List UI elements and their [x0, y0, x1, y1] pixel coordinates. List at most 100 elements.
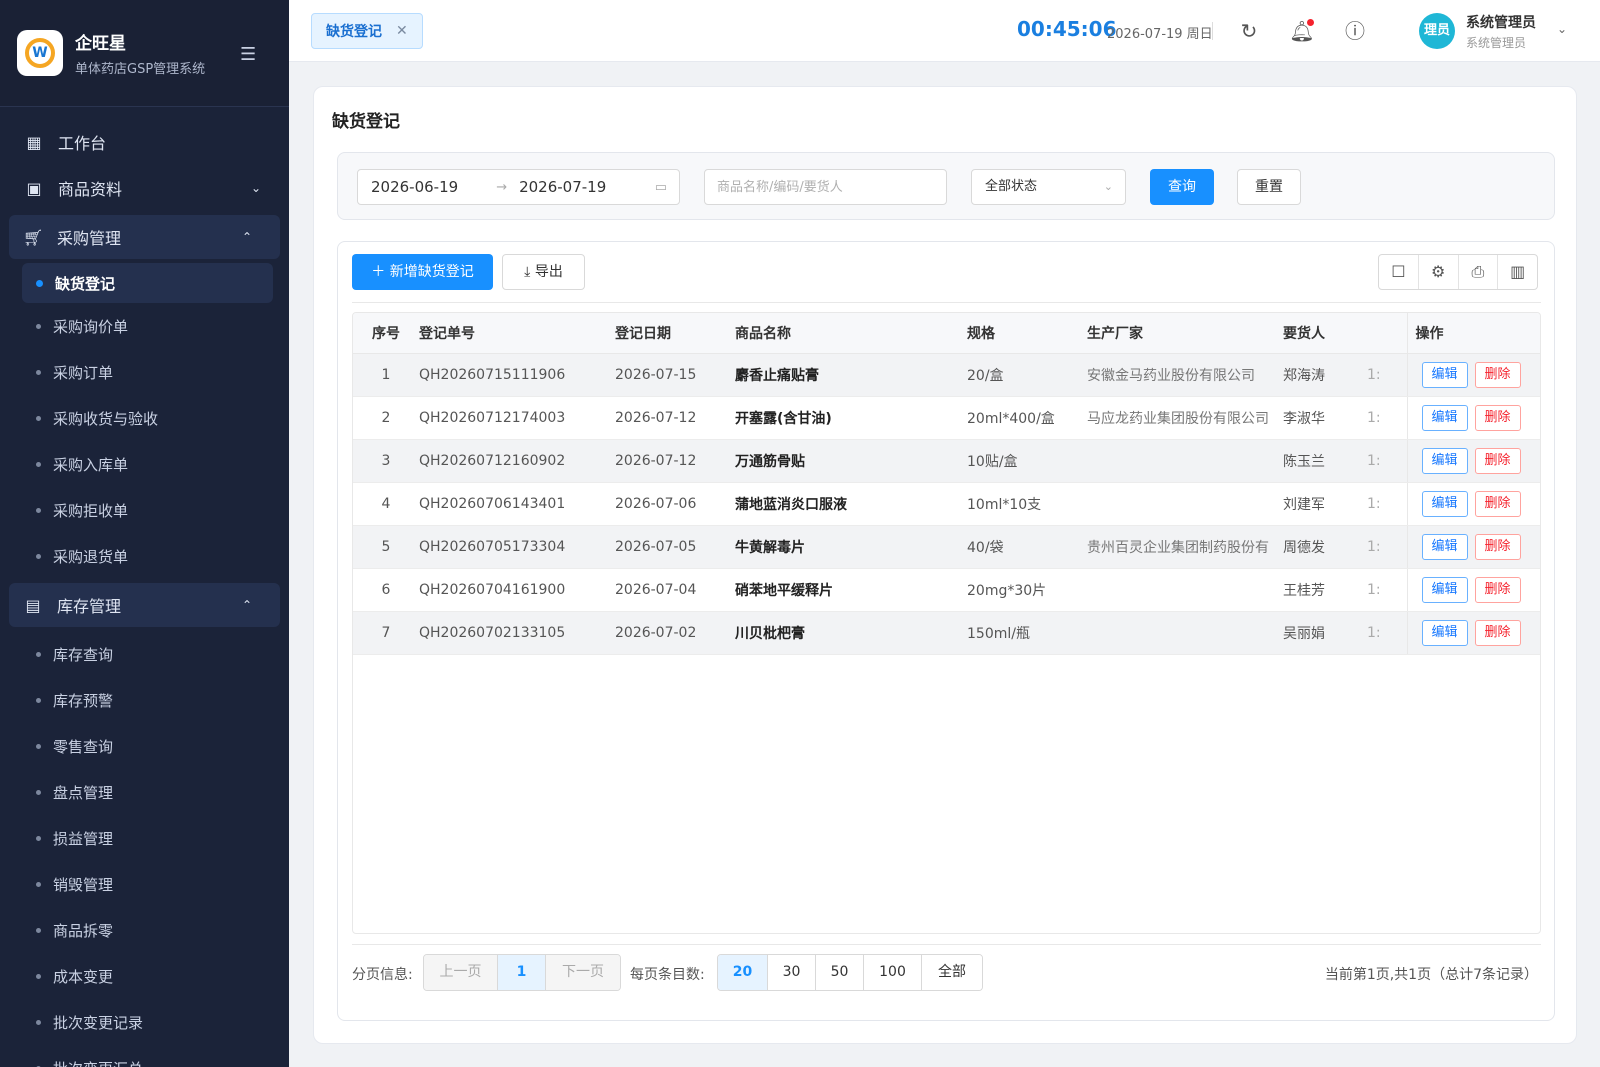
chevron-down-icon: ⌄: [250, 181, 261, 195]
date-start[interactable]: 2026-06-19: [371, 178, 458, 196]
delete-button[interactable]: 删除: [1474, 404, 1521, 431]
columns-icon[interactable]: ▥: [1498, 255, 1537, 289]
column-header[interactable]: 要货人: [1269, 313, 1367, 354]
sidebar-item-cost-change[interactable]: 成本变更: [0, 953, 289, 999]
sidebar-item-batch-change-log[interactable]: 批次变更记录: [0, 999, 289, 1045]
delete-button[interactable]: 删除: [1474, 447, 1521, 474]
table-row[interactable]: 1 QH20260715111906 2026-07-15 麝香止痛贴膏 20/盒 安徽金…: [353, 353, 1540, 397]
date-range-picker[interactable]: 2026-06-19 → 2026-07-19 ▭: [357, 169, 680, 205]
edit-button[interactable]: 编辑: [1421, 447, 1468, 474]
edit-button[interactable]: 编辑: [1421, 490, 1468, 517]
product-spec: 20mg*30片: [953, 568, 1073, 612]
sidebar-item-retail-query[interactable]: 零售查询: [0, 723, 289, 769]
column-header-hidden: [1367, 313, 1407, 354]
sidebar-item-products[interactable]: ▣ 商品资料 ⌄: [0, 165, 289, 211]
sidebar-item-purchase-receiving[interactable]: 采购收货与验收: [0, 395, 289, 441]
manufacturer: 贵州百灵企业集团制药股份有限: [1073, 525, 1269, 569]
page-number-button[interactable]: 1: [498, 955, 546, 990]
column-header[interactable]: 规格: [953, 313, 1073, 354]
settings-icon[interactable]: ⚙: [1419, 255, 1459, 289]
bullet-icon: [36, 697, 41, 703]
row-actions: 编辑 删除: [1406, 568, 1540, 612]
next-page-button[interactable]: 下一页: [546, 955, 620, 990]
row-actions: 编辑 删除: [1406, 353, 1540, 397]
refresh-icon[interactable]: ↻: [1236, 18, 1262, 44]
table-row[interactable]: 4 QH20260706143401 2026-07-06 蒲地蓝消炎口服液 10ml*…: [353, 482, 1540, 526]
bell-icon[interactable]: 🔔︎: [1289, 18, 1315, 44]
sidebar-group-purchase[interactable]: 🛒︎ 采购管理 ⌃: [9, 215, 280, 259]
column-header[interactable]: 生产厂家: [1073, 313, 1269, 354]
table-row[interactable]: 2 QH20260712174003 2026-07-12 开塞露(含甘油) 20ml*…: [353, 396, 1540, 440]
column-header[interactable]: 登记单号: [419, 313, 615, 354]
row-number: 7: [353, 611, 419, 655]
column-header[interactable]: 序号: [353, 313, 419, 354]
sidebar-item-destruction[interactable]: 销毁管理: [0, 861, 289, 907]
row-number: 6: [353, 568, 419, 612]
manufacturer: 马应龙药业集团股份有限公司: [1073, 396, 1269, 440]
sidebar-item-split[interactable]: 商品拆零: [0, 907, 289, 953]
delete-button[interactable]: 删除: [1474, 361, 1521, 388]
reset-button[interactable]: 重置: [1237, 169, 1301, 205]
user-role: 系统管理员: [1466, 36, 1527, 50]
column-header[interactable]: 商品名称: [735, 313, 953, 354]
tab-shortage-register[interactable]: 缺货登记 ✕: [311, 13, 423, 49]
calendar-icon: ▭: [654, 179, 667, 195]
page-size-option[interactable]: 30: [768, 955, 816, 990]
requester: 李淑华: [1269, 396, 1367, 440]
edit-button[interactable]: 编辑: [1421, 533, 1468, 560]
user-name[interactable]: 系统管理员: [1466, 12, 1536, 32]
sidebar-item-dashboard[interactable]: ▦ 工作台: [0, 119, 289, 165]
edit-button[interactable]: 编辑: [1421, 404, 1468, 431]
chevron-down-icon[interactable]: ⌄: [1557, 22, 1567, 36]
delete-button[interactable]: 删除: [1474, 576, 1521, 603]
sidebar-item-purchase-inquiry[interactable]: 采购询价单: [0, 303, 289, 349]
delete-button[interactable]: 删除: [1474, 490, 1521, 517]
sidebar-item-purchase-return[interactable]: 采购退货单: [0, 533, 289, 579]
sidebar-group-inventory[interactable]: ▤ 库存管理 ⌃: [9, 583, 280, 627]
edit-button[interactable]: 编辑: [1421, 576, 1468, 603]
help-icon[interactable]: ⓘ: [1342, 18, 1368, 44]
table-row[interactable]: 6 QH20260704161900 2026-07-04 硝苯地平缓释片 20mg*3…: [353, 568, 1540, 612]
close-icon[interactable]: ✕: [396, 23, 408, 39]
sidebar-item-label: 批次变更记录: [53, 1013, 144, 1032]
add-shortage-button[interactable]: ＋ 新增缺货登记: [352, 254, 493, 290]
query-button[interactable]: 查询: [1150, 169, 1214, 205]
avatar[interactable]: 理员: [1419, 13, 1455, 49]
page-size-option[interactable]: 100: [864, 955, 922, 990]
page-size-option[interactable]: 20: [718, 955, 768, 990]
table-row[interactable]: 3 QH20260712160902 2026-07-12 万通筋骨贴 10贴/盒 陈玉兰…: [353, 439, 1540, 483]
collapse-menu-icon[interactable]: ☰: [240, 44, 256, 65]
sidebar-item-stock-query[interactable]: 库存查询: [0, 631, 289, 677]
sidebar-item-purchase-rejection[interactable]: 采购拒收单: [0, 487, 289, 533]
table-row[interactable]: 7 QH20260702133105 2026-07-02 川贝枇杷膏 150ml/瓶 吴…: [353, 611, 1540, 655]
page-size-option[interactable]: 50: [816, 955, 864, 990]
sidebar-item-profit-loss[interactable]: 损益管理: [0, 815, 289, 861]
export-button[interactable]: ⤓ 导出: [502, 254, 585, 290]
requester: 王桂芳: [1269, 568, 1367, 612]
edit-button[interactable]: 编辑: [1421, 361, 1468, 388]
fullscreen-icon[interactable]: ☐: [1379, 255, 1419, 289]
notification-dot: [1307, 19, 1314, 26]
print-icon[interactable]: ⎙: [1459, 255, 1499, 289]
sidebar-item-stock-alert[interactable]: 库存预警: [0, 677, 289, 723]
sidebar-item-purchase-order[interactable]: 采购订单: [0, 349, 289, 395]
edit-button[interactable]: 编辑: [1421, 619, 1468, 646]
row-number: 1: [353, 353, 419, 397]
sidebar-item-shortage-register[interactable]: 缺货登记: [22, 263, 273, 303]
page-size-option[interactable]: 全部: [922, 955, 982, 990]
column-header[interactable]: 登记日期: [615, 313, 735, 354]
bullet-icon: [36, 507, 41, 513]
sidebar-item-purchase-inbound[interactable]: 采购入库单: [0, 441, 289, 487]
date-end[interactable]: 2026-07-19: [519, 178, 606, 196]
delete-button[interactable]: 删除: [1474, 533, 1521, 560]
table-row[interactable]: 5 QH20260705173304 2026-07-05 牛黄解毒片 40/袋 贵州百灵…: [353, 525, 1540, 569]
product-name: 硝苯地平缓释片: [735, 568, 953, 612]
sidebar-item-batch-change-summary[interactable]: 批次变更汇总: [0, 1045, 289, 1067]
inventory-icon: ▤: [25, 595, 41, 615]
sidebar-item-stocktake[interactable]: 盘点管理: [0, 769, 289, 815]
prev-page-button[interactable]: 上一页: [424, 955, 498, 990]
delete-button[interactable]: 删除: [1474, 619, 1521, 646]
product-spec: 20/盒: [953, 353, 1073, 397]
status-select[interactable]: 全部状态 ⌄: [971, 169, 1126, 205]
search-input[interactable]: [704, 169, 947, 205]
